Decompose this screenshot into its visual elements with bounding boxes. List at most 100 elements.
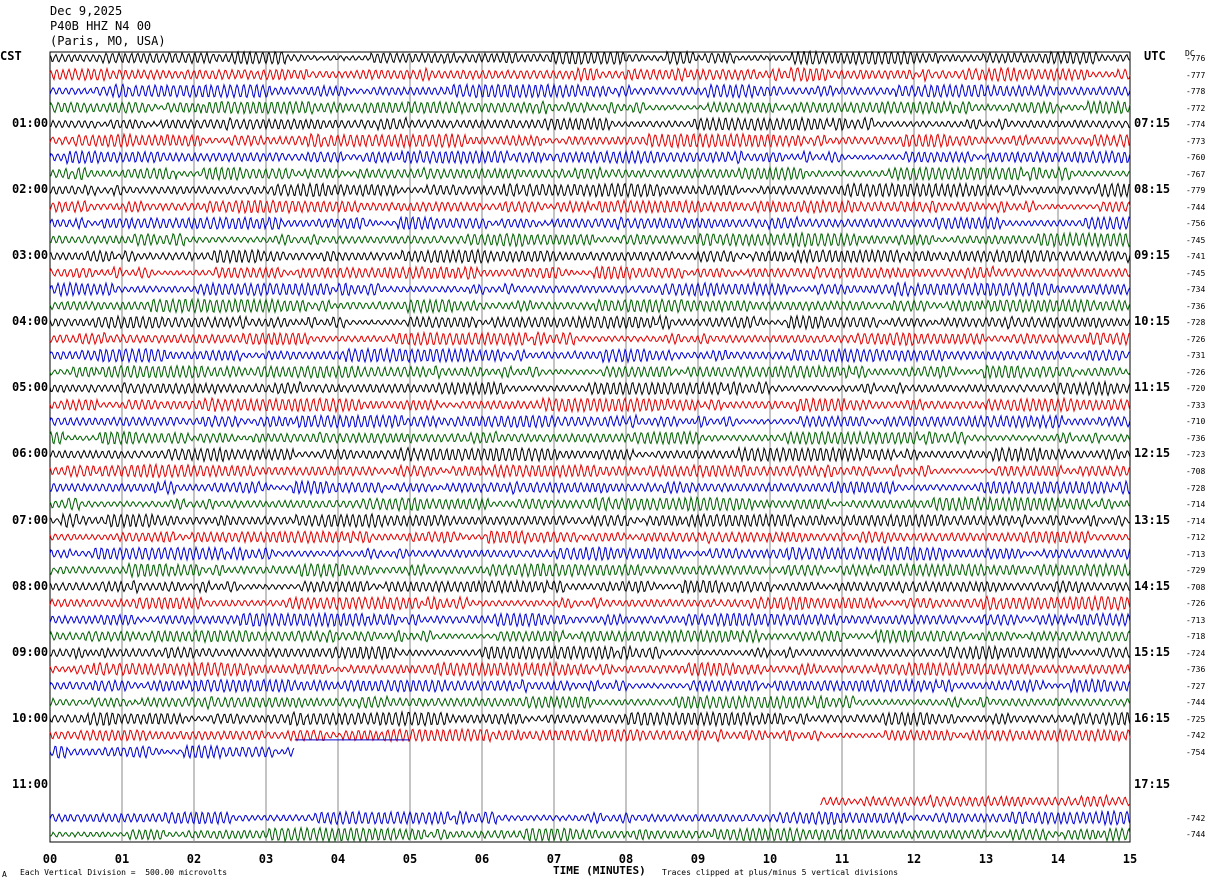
- footer-clip: Traces clipped at plus/minus 5 vertical …: [662, 868, 899, 877]
- seismic-trace: [49, 429, 1131, 446]
- dc-offset-label: -728: [1186, 483, 1206, 493]
- left-time-label: 08:00: [12, 578, 49, 593]
- seismic-trace: [49, 479, 1131, 497]
- seismic-trace: [49, 694, 1131, 711]
- dc-offset-label: -744: [1186, 698, 1206, 708]
- dc-offset-label: -779: [1186, 186, 1206, 196]
- seismic-trace: [49, 116, 1131, 132]
- seismic-trace: [49, 660, 1131, 678]
- left-time-label: 06:00: [12, 446, 49, 461]
- x-tick-label: 11: [834, 852, 850, 866]
- dc-offset-label: -729: [1186, 566, 1206, 576]
- seismic-trace: [49, 462, 1131, 479]
- seismic-trace: [50, 825, 1131, 843]
- seismic-trace: [819, 793, 1130, 809]
- dc-offset-label: -720: [1186, 384, 1206, 394]
- seismic-trace: [49, 545, 1131, 563]
- seismic-trace: [49, 512, 1131, 529]
- footer-mark: A: [2, 870, 7, 879]
- dc-offset-label: -742: [1186, 731, 1206, 741]
- dc-offset-label: -714: [1186, 500, 1206, 510]
- dc-offset-label: -728: [1186, 318, 1206, 328]
- dc-offset-label: -736: [1186, 665, 1206, 675]
- left-time-label: 01:00: [12, 116, 49, 131]
- dc-offset-label: -773: [1186, 136, 1206, 146]
- seismic-trace: [49, 809, 1131, 827]
- x-tick-label: 05: [402, 852, 418, 866]
- dc-offset-label: -708: [1186, 582, 1206, 592]
- left-time-label: 09:00: [12, 644, 49, 659]
- seismic-trace: [49, 231, 1131, 249]
- dc-offset-label: -736: [1186, 433, 1206, 443]
- dc-offset-label: -726: [1186, 334, 1206, 344]
- left-time-label: 02:00: [12, 182, 49, 197]
- dc-offset-label: -727: [1186, 681, 1206, 691]
- x-tick-label: 09: [690, 852, 706, 866]
- dc-offset-label: -723: [1186, 450, 1206, 460]
- x-tick-label: 13: [978, 852, 994, 866]
- dc-offset-label: -718: [1186, 632, 1206, 642]
- seismic-trace: [49, 264, 1131, 281]
- dc-offset-label: -733: [1186, 400, 1206, 410]
- right-time-label: 14:15: [1134, 578, 1171, 593]
- x-tick-label: 12: [906, 852, 922, 866]
- dc-offset-label: -774: [1186, 120, 1206, 130]
- dc-offset-label: -710: [1186, 417, 1206, 427]
- plot-frame: [49, 51, 1131, 843]
- seismic-trace: [49, 594, 1131, 612]
- right-time-label: 10:15: [1134, 314, 1171, 329]
- seismic-trace: [49, 297, 1131, 315]
- dc-offset-label: -744: [1186, 202, 1206, 212]
- dc-offset-label: -741: [1186, 252, 1206, 262]
- dc-offset-label: -742: [1186, 813, 1206, 823]
- dc-offset-label: -776: [1186, 54, 1206, 63]
- x-tick-label: 01: [114, 852, 130, 866]
- seismic-trace: [49, 561, 1131, 579]
- dc-offset-label: -725: [1186, 714, 1206, 724]
- seismic-trace: [49, 66, 1131, 83]
- seismic-trace: [49, 677, 1131, 695]
- seismic-trace: [49, 330, 1131, 347]
- left-time-label: 04:00: [12, 314, 49, 329]
- seismic-trace: [49, 280, 1131, 298]
- left-time-label: 07:00: [12, 512, 49, 527]
- seismic-trace: [49, 396, 1131, 414]
- seismic-trace: [49, 727, 1131, 744]
- x-axis-label: TIME (MINUTES): [553, 864, 646, 877]
- dc-offset-label: -708: [1186, 467, 1206, 476]
- dc-offset-label: -726: [1186, 367, 1206, 377]
- seismic-trace: [49, 149, 1131, 166]
- x-tick-label: 14: [1050, 852, 1066, 866]
- footer-scale: Each Vertical Division = 500.00 microvol…: [20, 868, 228, 877]
- x-tick-label: 04: [330, 852, 346, 866]
- x-tick-label: 15: [1122, 852, 1138, 866]
- dc-offset-label: -778: [1186, 87, 1206, 97]
- right-time-label: 16:15: [1134, 710, 1171, 725]
- right-time-label: 08:15: [1134, 182, 1171, 197]
- left-time-label: 05:00: [12, 380, 49, 395]
- seismic-trace: [49, 198, 1131, 215]
- dc-offset-label: -713: [1186, 549, 1206, 559]
- dc-offset-label: -736: [1186, 301, 1206, 311]
- seismic-trace: [49, 529, 1131, 545]
- seismic-trace: [49, 413, 1131, 430]
- left-time-label: 03:00: [12, 248, 49, 263]
- right-time-label: 11:15: [1134, 380, 1171, 395]
- right-time-label: 17:15: [1134, 776, 1171, 791]
- dc-offset-label: -777: [1186, 70, 1206, 80]
- left-time-label: 11:00: [12, 776, 49, 791]
- right-time-label: 12:15: [1134, 446, 1171, 461]
- dc-offset-label: -772: [1186, 103, 1206, 113]
- seismic-trace: [49, 313, 1131, 331]
- dc-offset-label: -767: [1186, 169, 1206, 179]
- seismic-trace: [49, 628, 1131, 645]
- dc-offset-label: -745: [1186, 235, 1206, 245]
- dc-offset-label: -745: [1186, 268, 1206, 278]
- x-tick-label: 02: [186, 852, 202, 866]
- dc-offset-label: -714: [1186, 516, 1206, 526]
- right-time-label: 09:15: [1134, 248, 1171, 263]
- x-tick-label: 00: [42, 852, 58, 866]
- seismic-trace: [49, 379, 1131, 397]
- seismic-trace: [49, 644, 1131, 661]
- left-time-label: 10:00: [12, 710, 49, 725]
